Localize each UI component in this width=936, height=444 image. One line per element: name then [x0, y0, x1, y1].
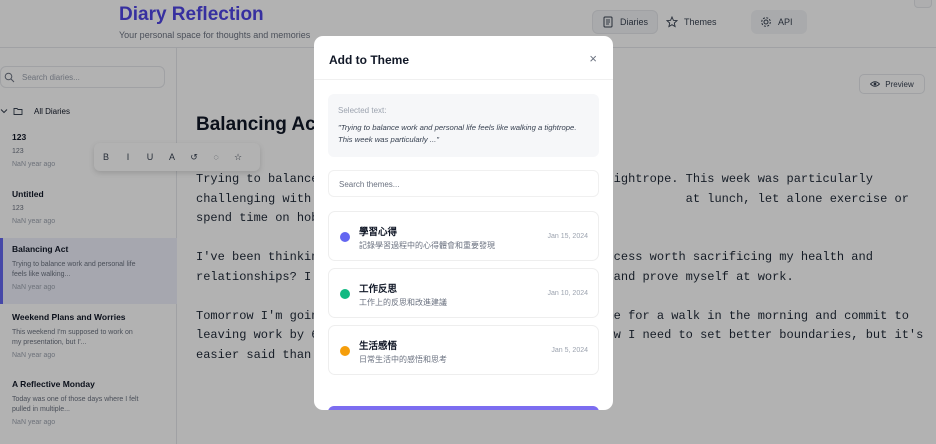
selected-text-quote: "Trying to balance work and personal lif…: [338, 123, 577, 144]
theme-name: 工作反思: [359, 284, 398, 295]
theme-date: Jan 5, 2024: [551, 347, 588, 354]
theme-option[interactable]: 工作反思 工作上的反思和改進建議 Jan 10, 2024: [328, 268, 599, 318]
theme-search-input[interactable]: Search themes...: [328, 170, 599, 197]
theme-color-dot: [340, 289, 350, 299]
add-to-theme-modal: Add to Theme × Selected text: "Trying to…: [314, 36, 613, 410]
modal-title: Add to Theme: [329, 53, 409, 67]
theme-color-dot: [340, 346, 350, 356]
theme-name: 生活感悟: [359, 341, 398, 352]
modal-header: Add to Theme ×: [314, 36, 613, 80]
close-icon[interactable]: ×: [589, 52, 597, 65]
theme-option[interactable]: 學習心得 記錄學習過程中的心得體會和重要發現 Jan 15, 2024: [328, 211, 599, 261]
theme-name: 學習心得: [359, 227, 398, 238]
theme-option[interactable]: 生活感悟 日常生活中的感悟和思考 Jan 5, 2024: [328, 325, 599, 375]
add-to-theme-button[interactable]: [328, 406, 599, 410]
selected-text-label: Selected text:: [338, 106, 387, 115]
theme-description: 工作上的反思和改進建議: [359, 298, 447, 307]
theme-date: Jan 15, 2024: [547, 233, 588, 240]
theme-description: 日常生活中的感悟和思考: [359, 355, 447, 364]
theme-color-dot: [340, 232, 350, 242]
theme-description: 記錄學習過程中的心得體會和重要發現: [359, 241, 495, 250]
theme-date: Jan 10, 2024: [547, 290, 588, 297]
selected-text-box: Selected text: "Trying to balance work a…: [328, 94, 599, 157]
